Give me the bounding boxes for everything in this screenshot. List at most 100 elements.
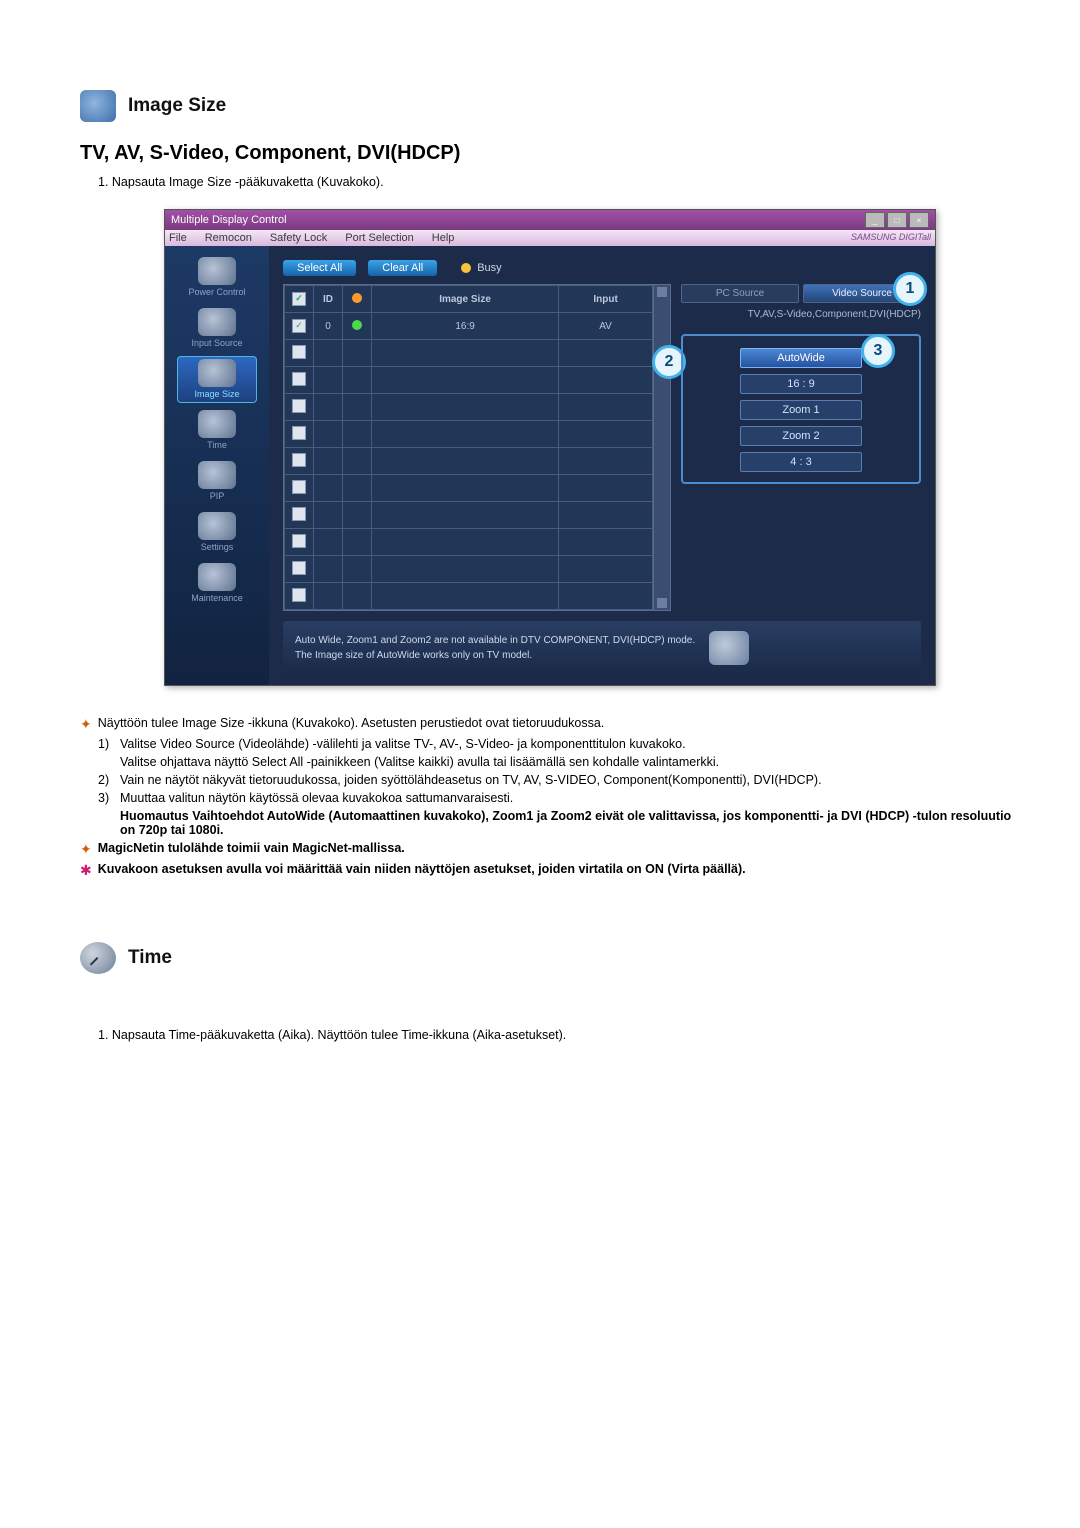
pip-nav-icon (198, 461, 236, 489)
col-input: Input (559, 286, 653, 313)
star-icon: ✦ (80, 716, 92, 733)
row-checkbox[interactable] (292, 426, 306, 440)
section-title: Time (128, 947, 172, 969)
table-row (285, 367, 653, 394)
table-row (285, 583, 653, 610)
right-panel: 1 PC Source Video Source TV,AV,S-Video,C… (681, 284, 921, 611)
footer-note: Auto Wide, Zoom1 and Zoom2 are not avail… (283, 621, 921, 675)
close-button[interactable]: × (909, 212, 929, 228)
time-nav-icon (198, 410, 236, 438)
col-status (343, 286, 372, 313)
option-zoom2[interactable]: Zoom 2 (740, 426, 862, 446)
time-icon (80, 942, 116, 974)
section-header-time: Time (80, 942, 1020, 974)
table-row (285, 475, 653, 502)
minimize-button[interactable]: _ (865, 212, 885, 228)
menu-remocon[interactable]: Remocon (205, 232, 252, 244)
status-icon (352, 293, 362, 303)
table-row (285, 394, 653, 421)
sidebar-item-power-control[interactable]: Power Control (177, 254, 257, 301)
sidebar-item-label: Maintenance (191, 593, 243, 603)
menu-safety-lock[interactable]: Safety Lock (270, 232, 327, 244)
busy-dot-icon (461, 263, 471, 273)
callout-3: 3 (861, 334, 895, 368)
section-header-image-size: Image Size (80, 90, 1020, 122)
hand-icon (709, 631, 749, 665)
sidebar-item-input-source[interactable]: Input Source (177, 305, 257, 352)
note-star-1: ✦ Näyttöön tulee Image Size -ikkuna (Kuv… (80, 716, 1020, 733)
settings-nav-icon (198, 512, 236, 540)
table-row (285, 502, 653, 529)
note-3: 3)Muuttaa valitun näytön käytössä olevaa… (98, 791, 1020, 805)
menu-port-selection[interactable]: Port Selection (345, 232, 413, 244)
star-icon: ✱ (80, 862, 92, 879)
footer-note-line2: The Image size of AutoWide works only on… (295, 648, 695, 663)
maximize-button[interactable]: □ (887, 212, 907, 228)
display-grid: ID Image Size Input 0 16:9 AV (283, 284, 671, 611)
image-size-nav-icon (198, 359, 236, 387)
window-title: Multiple Display Control (171, 214, 287, 226)
note-star-2: ✦ MagicNetin tulolähde toimii vain Magic… (80, 841, 1020, 858)
sidebar-item-image-size[interactable]: Image Size (177, 356, 257, 403)
row-checkbox[interactable] (292, 588, 306, 602)
note-star-3: ✱ Kuvakoon asetuksen avulla voi määrittä… (80, 862, 1020, 879)
option-zoom1[interactable]: Zoom 1 (740, 400, 862, 420)
clear-all-button[interactable]: Clear All (368, 260, 437, 276)
row-checkbox[interactable] (292, 534, 306, 548)
status-icon (352, 320, 362, 330)
cell-id: 0 (314, 313, 343, 340)
sidebar-item-settings[interactable]: Settings (177, 509, 257, 556)
row-checkbox[interactable] (292, 319, 306, 333)
menu-file[interactable]: File (169, 232, 187, 244)
row-checkbox[interactable] (292, 372, 306, 386)
window-controls: _ □ × (865, 212, 929, 228)
menubar: File Remocon Safety Lock Port Selection … (165, 230, 935, 246)
sidebar-item-time[interactable]: Time (177, 407, 257, 454)
sidebar-item-label: Time (207, 440, 227, 450)
app-window: Multiple Display Control _ □ × File Remo… (164, 209, 936, 686)
main-panel: Select All Clear All Busy ID Image Size (269, 246, 935, 685)
table-row (285, 556, 653, 583)
sidebar: Power Control Input Source Image Size Ti… (165, 246, 269, 685)
row-checkbox[interactable] (292, 561, 306, 575)
scrollbar[interactable] (653, 285, 670, 610)
option-16-9[interactable]: 16 : 9 (740, 374, 862, 394)
select-all-button[interactable]: Select All (283, 260, 356, 276)
tab-pc-source[interactable]: PC Source (681, 284, 799, 303)
note-1b: Valitse ohjattava näyttö Select All -pai… (98, 755, 1020, 769)
sidebar-item-label: PIP (210, 491, 225, 501)
option-4-3[interactable]: 4 : 3 (740, 452, 862, 472)
note-1a: 1)Valitse Video Source (Videolähde) -väl… (98, 737, 1020, 751)
col-check[interactable] (285, 286, 314, 313)
group-label: TV,AV,S-Video,Component,DVI(HDCP) (681, 309, 921, 320)
note-text: Kuvakoon asetuksen avulla voi määrittää … (98, 862, 746, 876)
cell-image-size: 16:9 (372, 313, 559, 340)
row-checkbox[interactable] (292, 453, 306, 467)
sidebar-item-pip[interactable]: PIP (177, 458, 257, 505)
sidebar-item-label: Input Source (191, 338, 242, 348)
image-size-icon (80, 90, 116, 122)
cell-input: AV (559, 313, 653, 340)
intro-step: 1. Napsauta Image Size -pääkuvaketta (Ku… (98, 175, 1020, 189)
row-checkbox[interactable] (292, 345, 306, 359)
table-row[interactable]: 0 16:9 AV (285, 313, 653, 340)
busy-label: Busy (477, 262, 501, 274)
titlebar: Multiple Display Control _ □ × (165, 210, 935, 230)
note-text: Näyttöön tulee Image Size -ikkuna (Kuvak… (98, 716, 605, 730)
sidebar-item-maintenance[interactable]: Maintenance (177, 560, 257, 607)
row-checkbox[interactable] (292, 480, 306, 494)
sidebar-item-label: Settings (201, 542, 234, 552)
option-autowide[interactable]: AutoWide (740, 348, 862, 368)
row-checkbox[interactable] (292, 507, 306, 521)
col-id: ID (314, 286, 343, 313)
row-checkbox[interactable] (292, 399, 306, 413)
note-3b: Huomautus Vaihtoehdot AutoWide (Automaat… (98, 809, 1020, 837)
time-step-1: 1. Napsauta Time-pääkuvaketta (Aika). Nä… (98, 1028, 1020, 1042)
section-title: Image Size (128, 95, 226, 117)
subheading: TV, AV, S-Video, Component, DVI(HDCP) (80, 142, 1020, 165)
power-control-icon (198, 257, 236, 285)
menu-help[interactable]: Help (432, 232, 455, 244)
table-row (285, 421, 653, 448)
callout-1: 1 (893, 272, 927, 306)
input-source-icon (198, 308, 236, 336)
